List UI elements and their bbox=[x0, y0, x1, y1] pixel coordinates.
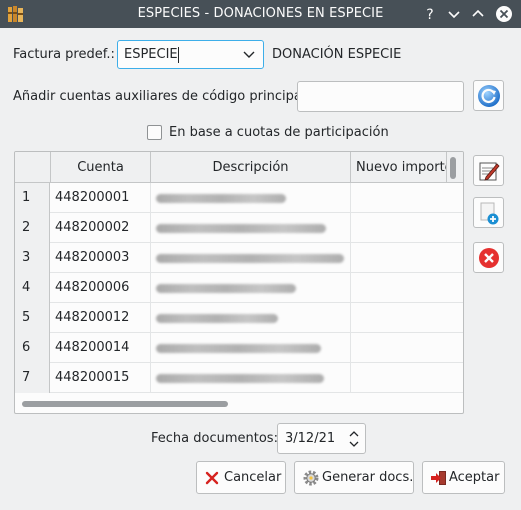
title-bar[interactable]: ESPECIES - DONACIONES EN ESPECIE ? bbox=[0, 0, 521, 28]
cell-nuevo-importe[interactable] bbox=[351, 183, 463, 213]
exit-arrow-icon bbox=[431, 471, 446, 485]
gear-icon bbox=[303, 470, 319, 486]
cell-cuenta[interactable]: 448200003 bbox=[51, 243, 151, 273]
add-document-button[interactable] bbox=[473, 197, 504, 228]
factura-description: DONACIÓN ESPECIE bbox=[272, 47, 402, 62]
cell-descripcion[interactable] bbox=[151, 333, 351, 363]
header-corner bbox=[15, 152, 51, 183]
help-icon[interactable]: ? bbox=[420, 4, 440, 24]
factura-label: Factura predef.: bbox=[13, 47, 115, 62]
row-number: 4 bbox=[15, 273, 50, 303]
fecha-label: Fecha documentos: bbox=[151, 431, 278, 446]
accept-label: Aceptar bbox=[449, 470, 500, 485]
fecha-date-input[interactable]: 3/12/21 bbox=[277, 423, 366, 454]
auxiliares-input[interactable] bbox=[297, 81, 464, 112]
maximize-icon[interactable] bbox=[468, 4, 488, 24]
table-row[interactable]: 5 448200012 bbox=[15, 303, 463, 333]
redacted-text bbox=[156, 194, 286, 203]
cell-nuevo-importe[interactable] bbox=[351, 213, 463, 243]
row-number: 2 bbox=[15, 213, 50, 243]
generate-docs-button[interactable]: Generar docs. bbox=[294, 461, 414, 494]
cell-nuevo-importe[interactable] bbox=[351, 243, 463, 273]
edit-icon bbox=[479, 162, 500, 181]
dialog-window: ESPECIES - DONACIONES EN ESPECIE ? Factu… bbox=[0, 0, 521, 510]
cell-descripcion[interactable] bbox=[151, 273, 351, 303]
refresh-button[interactable] bbox=[473, 80, 504, 111]
cell-nuevo-importe[interactable] bbox=[351, 303, 463, 333]
factura-combobox[interactable]: ESPECIE bbox=[117, 40, 264, 69]
table-row[interactable]: 1 448200001 bbox=[15, 183, 463, 213]
factura-selected-value: ESPECIE bbox=[124, 47, 178, 62]
cell-cuenta[interactable]: 448200006 bbox=[51, 273, 151, 303]
cuotas-label: En base a cuotas de participación bbox=[169, 125, 389, 140]
close-icon[interactable] bbox=[494, 4, 514, 24]
cell-descripcion[interactable] bbox=[151, 243, 351, 273]
row-number: 3 bbox=[15, 243, 50, 273]
cell-cuenta[interactable]: 448200015 bbox=[51, 363, 151, 393]
table-row[interactable]: 4 448200006 bbox=[15, 273, 463, 303]
spin-arrows-icon[interactable] bbox=[348, 430, 360, 448]
row-number: 1 bbox=[15, 183, 50, 213]
redacted-text bbox=[156, 374, 324, 383]
cell-nuevo-importe[interactable] bbox=[351, 273, 463, 303]
cell-descripcion[interactable] bbox=[151, 183, 351, 213]
cell-descripcion[interactable] bbox=[151, 303, 351, 333]
cell-cuenta[interactable]: 448200014 bbox=[51, 333, 151, 363]
row-number: 6 bbox=[15, 333, 50, 363]
row-number: 5 bbox=[15, 303, 50, 333]
red-x-icon bbox=[205, 471, 219, 485]
cuotas-checkbox[interactable] bbox=[147, 125, 162, 140]
cell-descripcion[interactable] bbox=[151, 363, 351, 393]
edit-button[interactable] bbox=[473, 155, 504, 186]
refresh-icon bbox=[478, 85, 500, 107]
header-cuenta[interactable]: Cuenta bbox=[51, 152, 151, 183]
accept-button[interactable]: Aceptar bbox=[422, 461, 505, 494]
cuentas-table[interactable]: Cuenta Descripción Nuevo importe 1 44820… bbox=[14, 151, 464, 414]
cancel-label: Cancelar bbox=[224, 470, 282, 485]
redacted-text bbox=[156, 344, 321, 353]
delete-button[interactable] bbox=[473, 242, 504, 273]
chevron-down-icon bbox=[243, 51, 255, 58]
redacted-text bbox=[156, 314, 278, 323]
table-row[interactable]: 7 448200015 bbox=[15, 363, 463, 393]
redacted-text bbox=[156, 284, 296, 293]
table-row[interactable]: 3 448200003 bbox=[15, 243, 463, 273]
svg-text:?: ? bbox=[426, 7, 433, 23]
row-number: 7 bbox=[15, 363, 50, 393]
cancel-button[interactable]: Cancelar bbox=[196, 461, 286, 494]
add-document-icon bbox=[480, 202, 499, 225]
minimize-icon[interactable] bbox=[444, 4, 464, 24]
redacted-text bbox=[156, 224, 326, 233]
header-nuevo-importe[interactable]: Nuevo importe bbox=[351, 152, 447, 183]
cell-nuevo-importe[interactable] bbox=[351, 333, 463, 363]
horizontal-scrollbar[interactable] bbox=[22, 401, 228, 407]
header-descripcion[interactable]: Descripción bbox=[151, 152, 351, 183]
text-cursor bbox=[178, 47, 179, 63]
table-row[interactable]: 6 448200014 bbox=[15, 333, 463, 363]
table-header: Cuenta Descripción Nuevo importe bbox=[15, 152, 463, 183]
table-row[interactable]: 2 448200002 bbox=[15, 213, 463, 243]
cell-cuenta[interactable]: 448200001 bbox=[51, 183, 151, 213]
cell-cuenta[interactable]: 448200002 bbox=[51, 213, 151, 243]
cell-descripcion[interactable] bbox=[151, 213, 351, 243]
delete-icon bbox=[479, 248, 499, 268]
auxiliares-label: Añadir cuentas auxiliares de código prin… bbox=[13, 89, 310, 104]
cell-cuenta[interactable]: 448200012 bbox=[51, 303, 151, 333]
generate-docs-label: Generar docs. bbox=[322, 470, 414, 485]
fecha-value: 3/12/21 bbox=[285, 431, 336, 446]
vertical-scrollbar[interactable] bbox=[450, 157, 456, 179]
cell-nuevo-importe[interactable] bbox=[351, 363, 463, 393]
redacted-text bbox=[156, 254, 344, 263]
window-title: ESPECIES - DONACIONES EN ESPECIE bbox=[137, 6, 384, 21]
